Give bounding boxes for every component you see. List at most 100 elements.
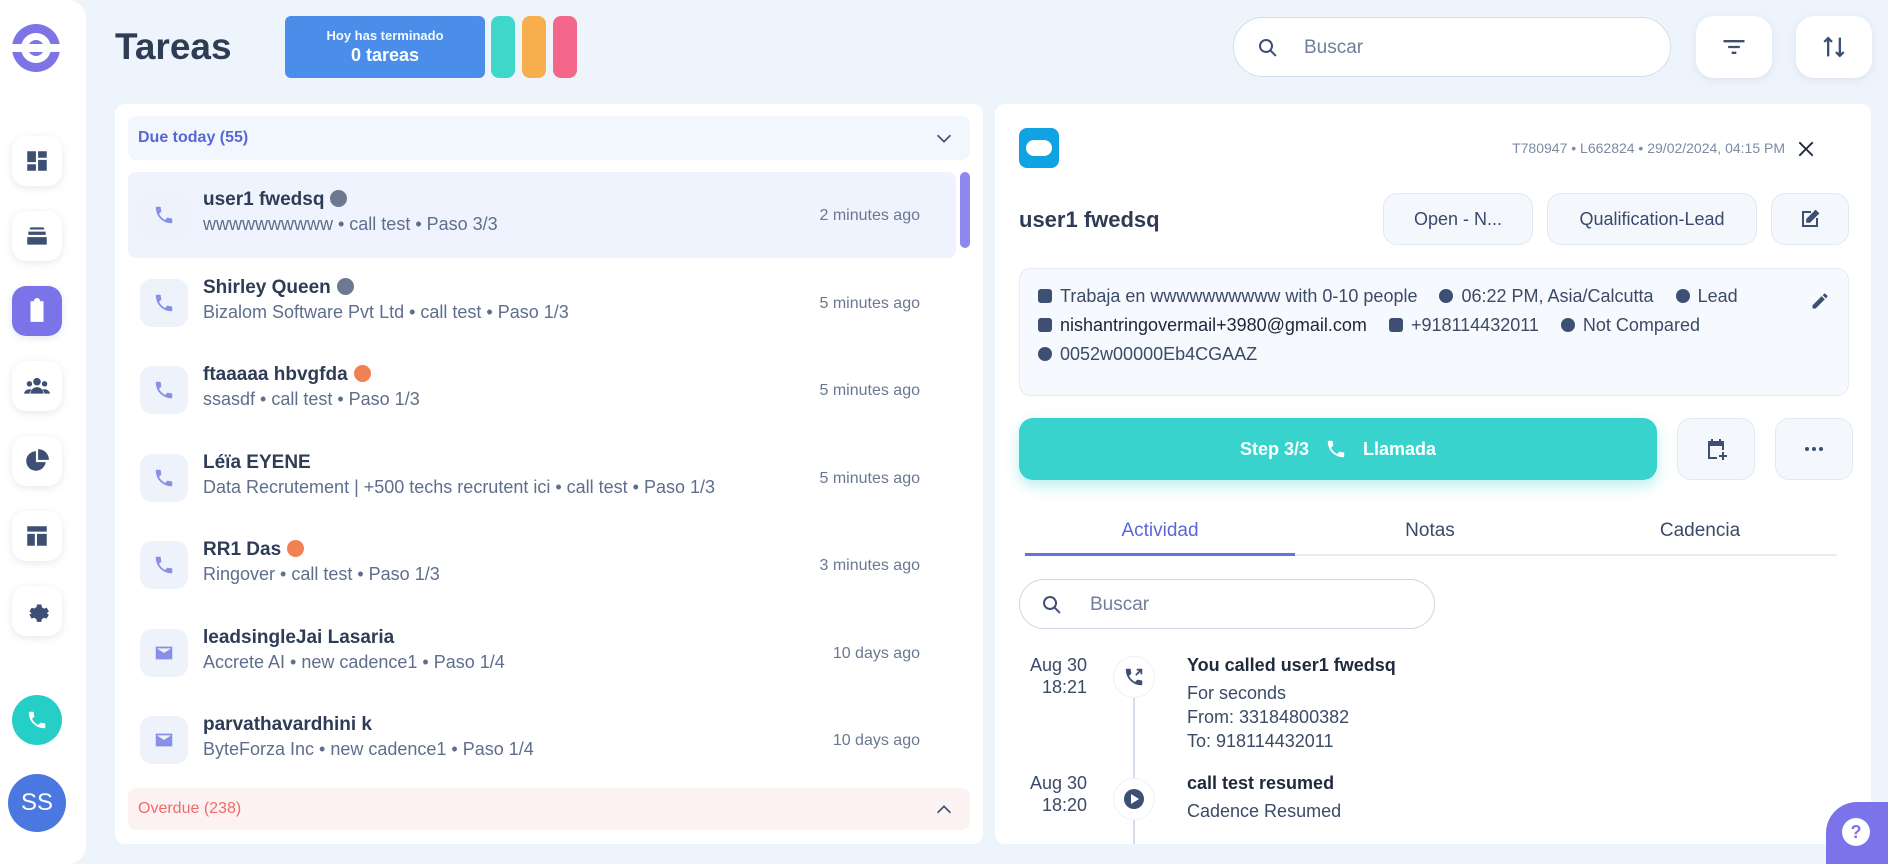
- lead-compare-status: Not Compared: [1582, 315, 1700, 335]
- activity-search-placeholder: Buscar: [1090, 594, 1150, 615]
- more-icon: [1805, 447, 1823, 451]
- lead-email[interactable]: nishantringovermail+3980@gmail.com: [1060, 315, 1367, 335]
- dashboard-icon[interactable]: [12, 136, 62, 186]
- task-row[interactable]: ftaaaaa hbvgfda ssasdf • call test • Paso…: [128, 347, 956, 433]
- people-icon: [1675, 289, 1690, 303]
- info-row-3: 0052w00000Eb4CGAAZ: [1038, 344, 1257, 365]
- completed-today-badge: Hoy has terminado 0 tareas: [285, 16, 485, 78]
- search-input[interactable]: Buscar: [1233, 17, 1671, 77]
- lead-phone[interactable]: +918114432011: [1411, 315, 1539, 335]
- salesforce-icon[interactable]: [1019, 128, 1059, 168]
- task-row[interactable]: leadsingleJai Lasaria Accrete AI • new ca…: [128, 610, 956, 696]
- task-subtitle: wwwwwwwwww • call test • Paso 3/3: [203, 214, 498, 234]
- task-lead-name: Léïa EYENE: [203, 452, 311, 474]
- globe-icon: [353, 365, 371, 382]
- lead-status-dropdown[interactable]: Open - N...: [1383, 193, 1533, 245]
- step-call-button[interactable]: Step 3/3 Llamada: [1019, 418, 1657, 480]
- phone-icon: [140, 191, 188, 239]
- mail-icon: [140, 716, 188, 764]
- phone-dialer-button[interactable]: [12, 695, 62, 745]
- task-filter-pill-teal[interactable]: [491, 16, 515, 78]
- sort-button[interactable]: [1796, 16, 1872, 78]
- task-list-panel: Due today (55) user1 fwedsq wwwwwwwwww • …: [115, 104, 983, 844]
- reschedule-button[interactable]: [1677, 418, 1755, 480]
- mail-icon: [1038, 318, 1052, 332]
- overdue-section-header[interactable]: Overdue (238): [128, 788, 970, 830]
- task-filter-pill-pink[interactable]: [553, 16, 577, 78]
- filter-icon: [1723, 40, 1745, 54]
- task-row[interactable]: Shirley Queen Bizalom Software Pvt Ltd • …: [128, 260, 956, 346]
- task-time: 2 minutes ago: [819, 207, 920, 224]
- inbox-icon[interactable]: [12, 211, 62, 261]
- step-action: Llamada: [1363, 438, 1437, 459]
- task-subtitle: ByteForza Inc • new cadence1 • Paso 1/4: [203, 739, 534, 759]
- close-icon[interactable]: [1795, 138, 1817, 160]
- settings-icon[interactable]: [12, 586, 62, 636]
- app-logo[interactable]: [8, 24, 64, 72]
- avatar[interactable]: SS: [8, 774, 66, 832]
- task-lead-name: RR1 Das: [203, 539, 305, 561]
- activity-title: call test resumed: [1187, 773, 1335, 793]
- task-lead-name-text: Léïa EYENE: [203, 451, 311, 473]
- scrollbar-thumb[interactable]: [960, 172, 970, 248]
- activity-date: Aug 30 18:20: [1025, 772, 1087, 816]
- phone-icon: [140, 366, 188, 414]
- completed-today-label: Hoy has terminado: [326, 28, 444, 43]
- more-options-button[interactable]: [1775, 418, 1853, 480]
- task-lead-name-text: RR1 Das: [203, 539, 282, 560]
- chevron-up-icon[interactable]: [934, 800, 954, 820]
- globe-icon: [1439, 289, 1454, 303]
- help-button[interactable]: ?: [1826, 802, 1888, 864]
- mobile-icon: [1388, 318, 1403, 332]
- activity-search-input[interactable]: Buscar: [1019, 579, 1435, 629]
- task-row[interactable]: parvathavardhini k ByteForza Inc • new ca…: [128, 697, 956, 783]
- task-lead-name-text: ftaaaaa hbvgfda: [203, 364, 348, 385]
- task-lead-name: parvathavardhini k: [203, 714, 372, 736]
- task-lead-name: leadsingleJai Lasaria: [203, 627, 394, 649]
- phone-icon: [140, 278, 188, 327]
- page-title: Tareas: [115, 26, 232, 67]
- timeline-line: [1133, 684, 1135, 844]
- reports-icon[interactable]: [12, 436, 62, 486]
- tasks-icon[interactable]: [12, 286, 62, 336]
- lead-info-card: Trabaja en wwwwwwwwww with 0-10 people 06…: [1019, 268, 1849, 396]
- activity-detail: From: 33184800382: [1187, 707, 1350, 727]
- task-time: 10 days ago: [832, 644, 920, 662]
- edit-lead-button[interactable]: [1771, 193, 1849, 245]
- filter-button[interactable]: [1696, 16, 1772, 78]
- chevron-down-icon[interactable]: [934, 128, 954, 148]
- task-time: 5 minutes ago: [819, 294, 920, 312]
- globe-icon: [287, 540, 305, 557]
- task-detail-panel: T780947 • L662824 • 29/02/2024, 04:15 PM…: [995, 104, 1871, 844]
- globe-icon: [330, 190, 348, 207]
- tab-actividad[interactable]: Actividad: [1025, 508, 1295, 556]
- calendar-add-icon: [1708, 439, 1727, 460]
- database-icon: [1038, 347, 1052, 361]
- info-row-2: nishantringovermail+3980@gmail.com +91811…: [1038, 315, 1700, 336]
- contacts-icon[interactable]: [12, 361, 62, 411]
- search-icon: [1259, 39, 1277, 57]
- search-icon: [1043, 596, 1061, 614]
- task-row[interactable]: user1 fwedsq wwwwwwwwww • call test • Pas…: [128, 172, 956, 258]
- task-lead-name: ftaaaaa hbvgfda: [203, 364, 371, 386]
- task-subtitle: Bizalom Software Pvt Ltd • call test • P…: [203, 301, 569, 322]
- task-time: 10 days ago: [832, 732, 920, 749]
- due-today-section-header[interactable]: Due today (55): [128, 116, 970, 160]
- task-lead-name-text: Shirley Queen: [203, 276, 331, 298]
- templates-icon[interactable]: [12, 511, 62, 561]
- due-today-label: Due today (55): [138, 129, 249, 146]
- task-lead-name-text: user1 fwedsq: [203, 189, 325, 210]
- lead-timezone: 06:22 PM, Asia/Calcutta: [1461, 286, 1654, 306]
- task-time: 5 minutes ago: [819, 469, 920, 487]
- tab-notas[interactable]: Notas: [1295, 508, 1565, 556]
- activity-detail: To: 918114432011: [1187, 731, 1334, 751]
- sidebar: SS: [0, 0, 86, 864]
- activity-date-day: Aug 30: [1029, 773, 1087, 793]
- phone-icon: [140, 453, 188, 502]
- pencil-icon[interactable]: [1810, 291, 1830, 311]
- tab-cadencia[interactable]: Cadencia: [1565, 508, 1835, 556]
- task-row[interactable]: RR1 Das Ringover • call test • Paso 1/3 3 …: [128, 522, 956, 608]
- task-filter-pill-orange[interactable]: [522, 16, 546, 78]
- lead-stage-dropdown[interactable]: Qualification-Lead: [1547, 193, 1757, 245]
- task-row[interactable]: Léïa EYENE Data Recrutement | +500 techs …: [128, 435, 956, 521]
